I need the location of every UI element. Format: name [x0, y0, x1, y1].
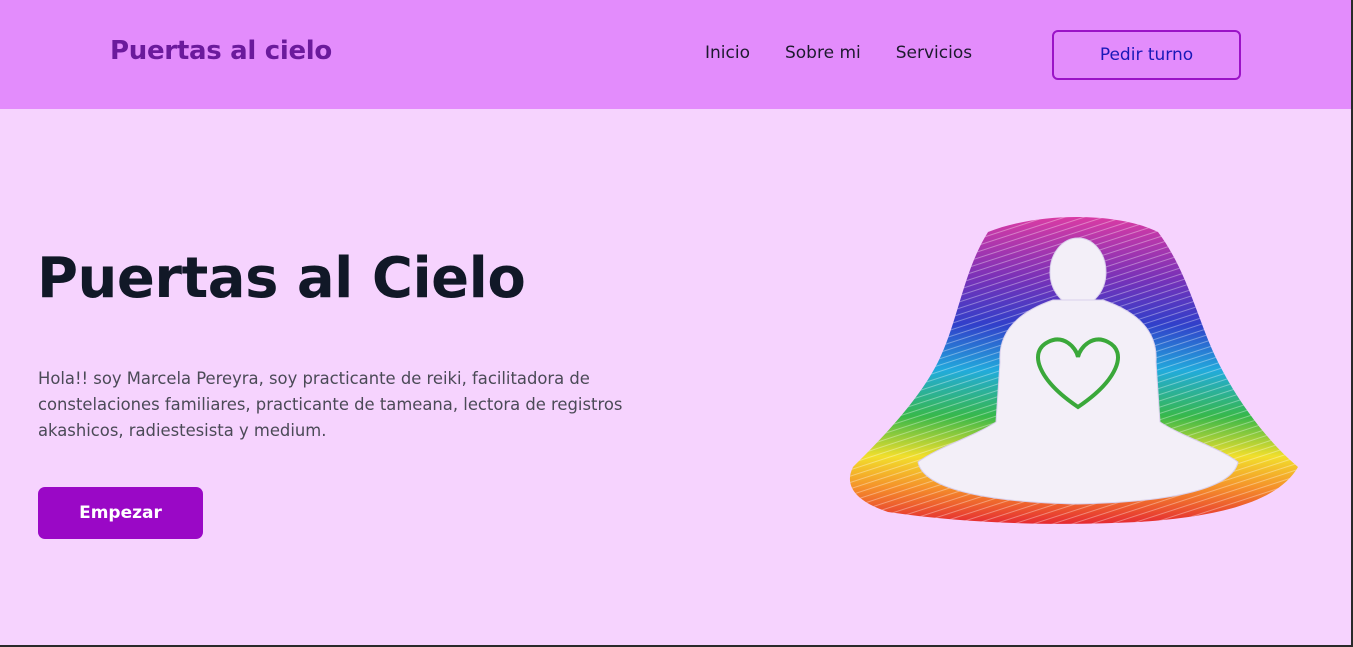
nav-link-inicio[interactable]: Inicio [705, 43, 750, 63]
site-logo[interactable]: Puertas al cielo [110, 36, 332, 66]
nav-link-sobre-mi[interactable]: Sobre mi [785, 43, 861, 63]
hero-title: Puertas al Cielo [37, 246, 526, 311]
hero-intro-text: Hola!! soy Marcela Pereyra, soy practica… [38, 369, 623, 440]
meditation-figure-illustration [849, 217, 1298, 524]
page: Puertas al cielo Inicio Sobre mi Servici… [0, 0, 1353, 647]
empezar-button[interactable]: Empezar [38, 487, 203, 539]
main-nav: Inicio Sobre mi Servicios [705, 43, 972, 63]
nav-link-servicios[interactable]: Servicios [896, 43, 972, 63]
pedir-turno-button[interactable]: Pedir turno [1052, 30, 1241, 80]
top-navbar: Puertas al cielo Inicio Sobre mi Servici… [0, 0, 1351, 109]
